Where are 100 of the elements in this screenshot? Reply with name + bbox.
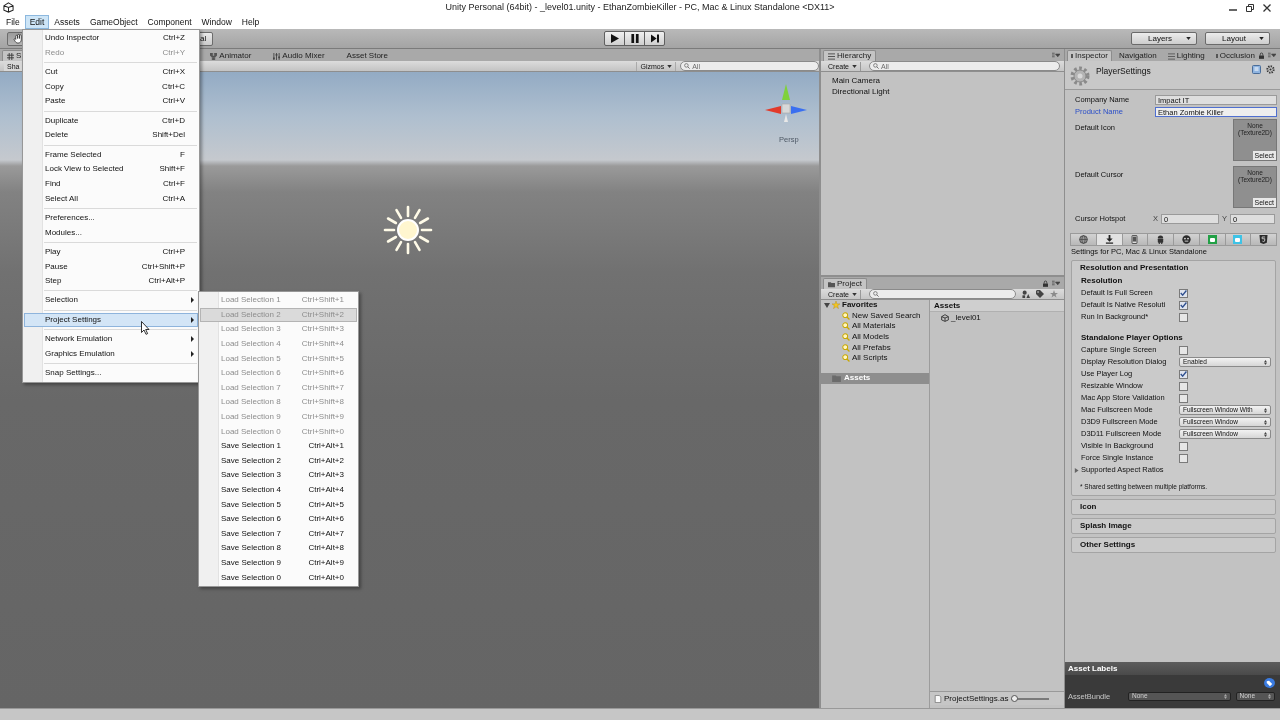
lock-icon[interactable]: [1043, 280, 1048, 287]
panel-tab[interactable]: Occlusion: [1211, 50, 1259, 61]
tree-item[interactable]: All Materials: [821, 321, 929, 332]
menu-item[interactable]: Window: [196, 15, 237, 29]
panel-tab[interactable]: Audio Mixer: [268, 50, 330, 61]
shortcut-text: Ctrl+Shift+7: [301, 383, 344, 392]
menu-icon[interactable]: [1268, 52, 1276, 58]
minimize-icon[interactable]: [1229, 8, 1237, 11]
menu-item[interactable]: Network Emulation: [24, 331, 198, 347]
shortcut-text: Ctrl+D: [162, 116, 185, 125]
section-header[interactable]: Resolution and Presentation: [1080, 261, 1275, 275]
platform-tab[interactable]: [1251, 234, 1276, 245]
shortcut-text: Ctrl+Shift+5: [301, 354, 344, 363]
checkbox[interactable]: [1179, 393, 1188, 403]
section-header[interactable]: Other Settings: [1080, 538, 1275, 552]
menu-item[interactable]: Pause Ctrl+Shift+P: [24, 259, 198, 274]
menu-item[interactable]: Save Selection 0 Ctrl+Alt+0: [200, 570, 357, 585]
menu-item[interactable]: GameObject: [84, 15, 143, 29]
star-icon[interactable]: [1050, 290, 1058, 298]
menu-item[interactable]: Save Selection 8 Ctrl+Alt+8: [200, 541, 357, 556]
hierarchy-item[interactable]: Main Camera: [832, 75, 1064, 86]
tree-item[interactable]: Favorites: [821, 300, 929, 311]
tree-item[interactable]: New Saved Search: [821, 310, 929, 322]
checkbox[interactable]: [1179, 300, 1188, 310]
menu-item[interactable]: Duplicate Ctrl+D: [24, 113, 198, 129]
menu-icon[interactable]: [1052, 280, 1060, 286]
menu-item[interactable]: Save Selection 5 Ctrl+Alt+5: [200, 497, 357, 512]
menu-item[interactable]: Step Ctrl+Alt+P: [24, 273, 198, 289]
menu-item[interactable]: Find Ctrl+F: [24, 176, 198, 192]
panel-tab[interactable]: Project: [823, 278, 867, 289]
platform-tab[interactable]: [1174, 234, 1200, 245]
menu-item[interactable]: Preferences...: [24, 210, 198, 226]
close-icon[interactable]: [1263, 3, 1271, 12]
tag-icon[interactable]: [1264, 678, 1275, 688]
shortcut-text: Ctrl+Shift+1: [301, 296, 344, 305]
layers-dropdown[interactable]: Layers: [1131, 32, 1197, 45]
lock-icon[interactable]: [1259, 52, 1264, 59]
asset-item[interactable]: _level01: [930, 312, 1064, 323]
gear-icon[interactable]: [1266, 65, 1275, 74]
step-button[interactable]: [644, 31, 665, 46]
pause-button[interactable]: [624, 31, 645, 46]
panel-tab[interactable]: Animator: [205, 50, 257, 61]
menu-item[interactable]: Graphics Emulation: [24, 346, 198, 362]
menu-item[interactable]: Selection: [24, 293, 198, 308]
menu-item[interactable]: Frame Selected F: [24, 147, 198, 163]
section-header[interactable]: Splash Image: [1080, 519, 1275, 533]
checkbox[interactable]: [1179, 441, 1188, 451]
zoom-slider[interactable]: [1011, 697, 1050, 700]
menu-icon[interactable]: [1052, 52, 1060, 58]
checkbox[interactable]: [1179, 345, 1188, 355]
menu-item[interactable]: Save Selection 9 Ctrl+Alt+9: [200, 555, 357, 571]
menu-item[interactable]: Snap Settings...: [24, 365, 198, 381]
menu-item[interactable]: Save Selection 2 Ctrl+Alt+2: [200, 453, 357, 469]
hierarchy-item[interactable]: Directional Light: [832, 86, 1064, 97]
shapes-icon[interactable]: [1022, 290, 1030, 298]
menu-item[interactable]: Assets: [49, 15, 85, 29]
menu-item[interactable]: Select All Ctrl+A: [24, 191, 198, 206]
tag-icon[interactable]: [1036, 290, 1044, 298]
menu-item[interactable]: Lock View to Selected Shift+F: [24, 162, 198, 177]
tree-item[interactable]: All Scripts: [821, 352, 929, 364]
menu-item[interactable]: Save Selection 4 Ctrl+Alt+4: [200, 482, 357, 498]
menu-item[interactable]: Copy Ctrl+C: [24, 79, 198, 95]
search-field[interactable]: [869, 289, 1016, 299]
menu-item[interactable]: Paste Ctrl+V: [24, 94, 198, 109]
menu-item[interactable]: Save Selection 1 Ctrl+Alt+1: [200, 438, 357, 454]
slider-thumb[interactable]: [1011, 694, 1019, 702]
download-icon: [1104, 235, 1114, 244]
checkbox[interactable]: [1179, 312, 1188, 322]
menu-item[interactable]: Save Selection 6 Ctrl+Alt+6: [200, 511, 357, 527]
checkbox[interactable]: [1179, 369, 1188, 379]
caret-icon: [1259, 37, 1264, 40]
checkbox[interactable]: [1179, 453, 1188, 463]
menu-item[interactable]: Save Selection 3 Ctrl+Alt+3: [200, 468, 357, 483]
section-header[interactable]: Icon: [1080, 500, 1275, 514]
tree-item[interactable]: All Prefabs: [821, 342, 929, 353]
panel-tab[interactable]: Asset Store: [341, 50, 393, 61]
panel-tab[interactable]: Hierarchy: [823, 50, 877, 61]
book-icon[interactable]: [1252, 65, 1261, 74]
checkbox[interactable]: [1179, 288, 1188, 298]
tree-item[interactable]: All Models: [821, 331, 929, 343]
platform-tab[interactable]: [1148, 234, 1174, 245]
menu-item[interactable]: Cut Ctrl+X: [24, 64, 198, 80]
menu-item[interactable]: Modules...: [24, 225, 198, 240]
menu-item[interactable]: Delete Shift+Del: [24, 128, 198, 143]
play-button[interactable]: [604, 31, 625, 46]
menu-item[interactable]: Component: [142, 15, 197, 29]
layout-dropdown[interactable]: Layout: [1205, 32, 1270, 45]
menu-item[interactable]: File: [1, 15, 25, 29]
shortcut-text: Ctrl+Alt+1: [308, 442, 344, 451]
panel-tab[interactable]: Lighting: [1163, 50, 1209, 61]
menu-item[interactable]: Undo Inspector Ctrl+Z: [24, 31, 198, 46]
menu-item[interactable]: Play Ctrl+P: [24, 244, 198, 260]
menu-item[interactable]: Save Selection 7 Ctrl+Alt+7: [200, 526, 357, 542]
menu-item[interactable]: Edit: [24, 15, 50, 29]
platform-tab[interactable]: [1096, 234, 1123, 245]
checkbox[interactable]: [1179, 381, 1188, 391]
menu-item[interactable]: Project Settings: [24, 312, 198, 328]
panel-tab[interactable]: Navigation: [1114, 50, 1161, 61]
restore-icon[interactable]: [1246, 3, 1254, 12]
menu-item[interactable]: Help: [236, 15, 265, 29]
